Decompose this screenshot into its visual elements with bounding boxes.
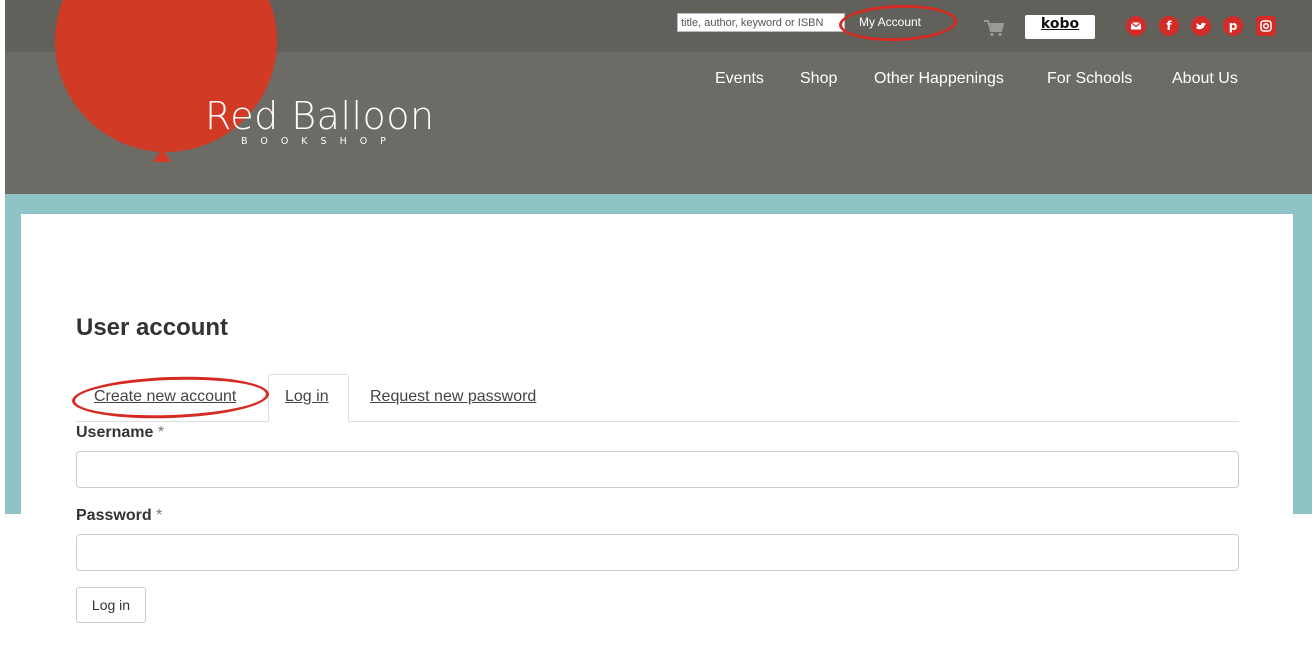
required-marker: * xyxy=(157,424,165,441)
password-label-text: Password xyxy=(76,507,152,524)
logo-title[interactable]: Red Balloon xyxy=(205,94,435,138)
page: Red Balloon BOOKSHOP My Account kobo f p… xyxy=(0,0,1312,660)
nav-about-us[interactable]: About Us xyxy=(1172,70,1238,88)
kobo-button[interactable]: kobo xyxy=(1025,15,1095,39)
tab-log-in[interactable]: Log in xyxy=(285,388,329,406)
email-icon[interactable] xyxy=(1126,16,1146,36)
page-left-edge xyxy=(0,0,5,660)
nav-other-happenings[interactable]: Other Happenings xyxy=(874,70,1004,88)
twitter-icon[interactable] xyxy=(1191,16,1211,36)
search-input[interactable] xyxy=(677,13,845,32)
username-label: Username * xyxy=(76,424,164,442)
kobo-label: kobo xyxy=(1040,16,1080,32)
page-title: User account xyxy=(76,314,229,341)
site-header: Red Balloon BOOKSHOP My Account kobo f p… xyxy=(5,0,1312,194)
shopping-cart-icon[interactable] xyxy=(983,19,1005,37)
log-in-button[interactable]: Log in xyxy=(76,587,146,623)
tabs-divider xyxy=(76,421,1239,422)
pinterest-icon[interactable]: p xyxy=(1223,16,1243,36)
facebook-icon[interactable]: f xyxy=(1159,16,1179,36)
instagram-icon[interactable] xyxy=(1256,16,1276,36)
balloon-knot-icon xyxy=(153,148,171,162)
username-label-text: Username xyxy=(76,424,154,441)
required-marker: * xyxy=(156,507,163,524)
logo-subtitle: BOOKSHOP xyxy=(241,136,399,147)
nav-events[interactable]: Events xyxy=(715,70,764,88)
my-account-link[interactable]: My Account xyxy=(847,13,933,34)
nav-shop[interactable]: Shop xyxy=(800,70,837,88)
content-card xyxy=(21,214,1293,660)
password-label: Password * xyxy=(76,507,162,525)
password-input[interactable] xyxy=(76,534,1239,571)
tab-request-new-password[interactable]: Request new password xyxy=(370,388,536,406)
nav-for-schools[interactable]: For Schools xyxy=(1047,70,1132,88)
tab-create-new-account[interactable]: Create new account xyxy=(94,388,236,406)
username-input[interactable] xyxy=(76,451,1239,488)
